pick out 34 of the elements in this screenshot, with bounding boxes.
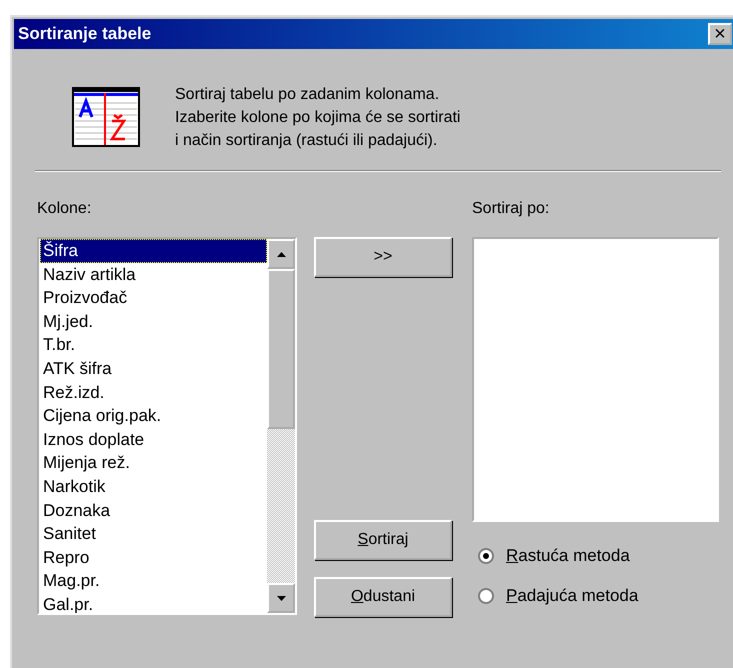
window-title: Sortiranje tabele — [18, 24, 152, 44]
sort-button[interactable]: Sortiraj — [314, 520, 452, 560]
intro-text: Sortiraj tabelu po zadanim kolonama. Izaberite kolone po kojima će se sortirati i način sortiranja (rastući ili padajući). — [175, 84, 460, 150]
add-button[interactable]: >> — [314, 237, 452, 277]
list-item[interactable]: Naziv artikla — [40, 262, 267, 286]
list-item[interactable]: Repro — [40, 546, 267, 570]
list-item[interactable]: Šifra — [40, 239, 267, 263]
list-item[interactable]: Rež.izd. — [40, 380, 267, 404]
list-item[interactable]: Doznaka — [40, 498, 267, 522]
scroll-down-button[interactable] — [267, 583, 295, 613]
up-arrow-icon — [276, 252, 286, 256]
list-item[interactable]: Mj.jed. — [40, 310, 267, 334]
list-item[interactable]: Sanitet — [40, 522, 267, 546]
order-radio[interactable]: Rastuća metoda — [478, 546, 719, 566]
order-radio[interactable]: Padajuća metoda — [478, 586, 719, 606]
list-item[interactable]: Proizvođač — [40, 286, 267, 310]
down-arrow-icon — [276, 596, 286, 600]
columns-label: Kolone: — [37, 200, 92, 219]
list-item[interactable]: Iznos doplate — [40, 428, 267, 452]
cancel-button[interactable]: Odustani — [314, 577, 452, 617]
list-item[interactable]: Narkotik — [40, 474, 267, 499]
close-button[interactable]: × — [708, 23, 732, 45]
radio-circle[interactable] — [478, 548, 494, 564]
sort-table-icon — [72, 87, 140, 147]
scroll-thumb[interactable] — [267, 269, 295, 429]
sort-by-label: Sortiraj po: — [472, 200, 550, 219]
list-item[interactable]: Cijena orig.pak. — [40, 404, 267, 428]
scroll-up-button[interactable] — [267, 239, 295, 269]
radio-circle[interactable] — [478, 588, 494, 604]
scrollbar[interactable] — [267, 239, 295, 613]
list-item[interactable]: ATK šifra — [40, 356, 267, 381]
list-item[interactable]: T.br. — [40, 333, 267, 357]
list-item[interactable]: Mijenja rež. — [40, 451, 267, 475]
list-item[interactable]: Mag.pr. — [40, 569, 267, 593]
